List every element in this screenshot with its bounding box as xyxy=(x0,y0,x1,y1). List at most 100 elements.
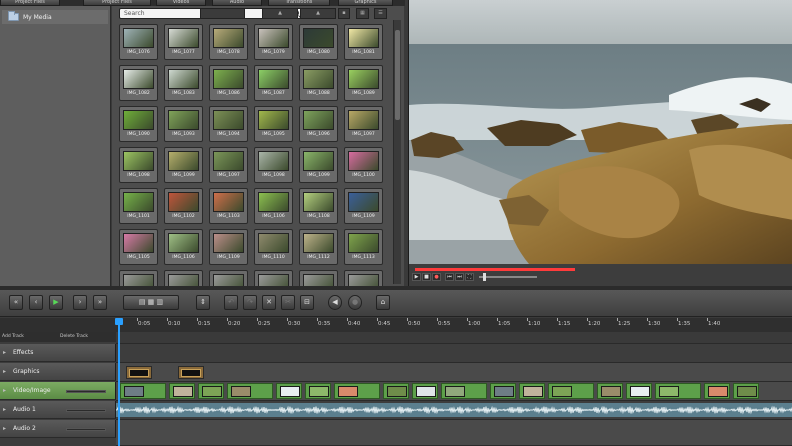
expand-arrow-icon[interactable]: ▸ xyxy=(3,425,6,432)
media-thumbnail[interactable]: IMG_1079 xyxy=(254,24,293,60)
media-thumbnail[interactable]: IMG_1080 xyxy=(299,24,338,60)
video-clip[interactable] xyxy=(383,383,409,399)
rewind-start-button[interactable]: « xyxy=(9,295,23,310)
media-thumbnail[interactable]: IMG_1097 xyxy=(344,106,383,142)
media-thumbnail[interactable]: IMG_1096 xyxy=(299,106,338,142)
volume-slider-knob[interactable] xyxy=(483,273,486,281)
media-thumbnail[interactable]: IMG_1093 xyxy=(164,106,203,142)
media-thumbnail[interactable]: IMG_1090 xyxy=(119,106,158,142)
media-thumbnail[interactable]: IMG_1099 xyxy=(164,147,203,183)
view-mode-toggle[interactable]: ▤ ▦ ▥ xyxy=(123,295,179,310)
media-thumbnail[interactable]: IMG_1102 xyxy=(164,188,203,224)
sort-up-button[interactable]: ▲ xyxy=(262,8,298,19)
track-header-graphics[interactable]: ▸ Graphics xyxy=(0,363,116,381)
media-thumbnail[interactable]: IMG_1098 xyxy=(119,147,158,183)
grid-view-icon[interactable]: ▦ xyxy=(356,8,369,19)
filter-icon[interactable]: ▪ xyxy=(338,8,350,19)
preview-play-button[interactable]: ▶ xyxy=(412,273,421,281)
volume-icon[interactable]: ● xyxy=(348,295,362,310)
track-header-video-image[interactable]: ▸ Video/Image xyxy=(0,382,116,400)
step-forward-button[interactable]: › xyxy=(73,295,87,310)
media-thumbnail[interactable]: IMG_1094 xyxy=(209,106,248,142)
preview-next-button[interactable]: ⏭ xyxy=(455,273,464,281)
graphics-clip[interactable] xyxy=(126,366,152,379)
audio-1-lane[interactable] xyxy=(116,401,792,420)
video-clip[interactable] xyxy=(441,383,487,399)
expand-arrow-icon[interactable]: ▸ xyxy=(3,349,6,356)
media-thumbnail[interactable]: IMG_1110 xyxy=(254,229,293,265)
media-thumbnail[interactable]: IMG_1109 xyxy=(344,188,383,224)
media-thumbnail[interactable]: IMG_1100 xyxy=(344,147,383,183)
media-thumbnail[interactable]: IMG_1098 xyxy=(254,147,293,183)
video-clip[interactable] xyxy=(733,383,759,399)
media-thumbnail[interactable]: IMG_1088 xyxy=(299,65,338,101)
media-thumbnail[interactable]: IMG_1106 xyxy=(164,229,203,265)
video-clip[interactable] xyxy=(597,383,623,399)
media-thumbnail[interactable]: IMG_1077 xyxy=(164,24,203,60)
media-thumbnail[interactable]: IMG_1097 xyxy=(209,147,248,183)
media-thumbnail[interactable]: IMG_1113 xyxy=(344,229,383,265)
expand-arrow-icon[interactable]: ▸ xyxy=(3,387,6,394)
timeline-ruler[interactable]: 0:05 0:10 0:15 0:20 0:25 0:30 0:35 0:40 0:45 0:50… xyxy=(116,318,792,332)
expand-arrow-icon[interactable]: ▸ xyxy=(3,406,6,413)
preview-scrubber[interactable] xyxy=(415,268,575,271)
video-clip[interactable] xyxy=(334,383,380,399)
split-icon[interactable]: ⊟ xyxy=(300,295,314,310)
track-header-audio-2[interactable]: ▸ Audio 2 xyxy=(0,420,116,438)
playhead[interactable] xyxy=(115,318,123,446)
media-thumbnail[interactable]: IMG_1087 xyxy=(254,65,293,101)
track-volume-slider[interactable] xyxy=(66,428,106,431)
add-track-button[interactable]: Add Track xyxy=(2,333,24,341)
media-thumbnail[interactable]: IMG_1103 xyxy=(209,188,248,224)
volume-slider[interactable] xyxy=(479,273,537,281)
track-header-audio-1[interactable]: ▸ Audio 1 xyxy=(0,401,116,419)
undo-icon[interactable]: ↶ xyxy=(224,295,238,310)
video-clip[interactable] xyxy=(626,383,652,399)
media-thumbnail[interactable]: IMG_1083 xyxy=(164,65,203,101)
video-clip[interactable] xyxy=(120,383,166,399)
play-button[interactable]: ▶ xyxy=(49,295,63,310)
preview-stop-button[interactable]: ■ xyxy=(422,273,431,281)
home-icon[interactable]: ⌂ xyxy=(376,295,390,310)
audio-2-lane[interactable] xyxy=(116,420,792,446)
video-clip[interactable] xyxy=(548,383,594,399)
expand-arrow-icon[interactable]: ▸ xyxy=(3,368,6,375)
step-back-button[interactable]: ‹ xyxy=(29,295,43,310)
preview-prev-button[interactable]: ⏮ xyxy=(445,273,454,281)
video-clip[interactable] xyxy=(305,383,331,399)
forward-end-button[interactable]: » xyxy=(93,295,107,310)
graphics-lane[interactable] xyxy=(116,363,792,382)
audio-clip[interactable] xyxy=(116,403,792,417)
preview-fullscreen-button[interactable]: ⛶ xyxy=(465,273,474,281)
media-scrollbar[interactable] xyxy=(393,20,401,284)
video-clip[interactable] xyxy=(704,383,730,399)
folder-my-media[interactable]: My Media xyxy=(2,10,108,24)
video-clip[interactable] xyxy=(169,383,195,399)
redo-icon[interactable]: ↷ xyxy=(243,295,257,310)
media-thumbnail[interactable]: IMG_1078 xyxy=(209,24,248,60)
video-clip[interactable] xyxy=(519,383,545,399)
video-clip[interactable] xyxy=(412,383,438,399)
media-thumbnail[interactable]: IMG_1106 xyxy=(254,188,293,224)
playhead-handle[interactable] xyxy=(115,318,123,325)
video-clip[interactable] xyxy=(227,383,273,399)
preview-record-button[interactable]: ● xyxy=(432,273,441,281)
media-thumbnail[interactable]: IMG_1081 xyxy=(344,24,383,60)
delete-icon[interactable]: ✕ xyxy=(262,295,276,310)
media-thumbnail[interactable]: IMG_1101 xyxy=(119,188,158,224)
graphics-clip[interactable] xyxy=(178,366,204,379)
video-image-lane[interactable] xyxy=(116,382,792,401)
media-thumbnail[interactable]: IMG_1105 xyxy=(119,229,158,265)
track-volume-slider[interactable] xyxy=(66,390,106,393)
media-thumbnail[interactable]: IMG_1086 xyxy=(209,65,248,101)
media-thumbnail[interactable]: IMG_1109 xyxy=(209,229,248,265)
delete-track-button[interactable]: Delete Track xyxy=(60,333,88,341)
fit-timeline-icon[interactable]: ⇕ xyxy=(196,295,210,310)
track-volume-slider[interactable] xyxy=(66,409,106,412)
media-thumbnail[interactable]: IMG_1076 xyxy=(119,24,158,60)
media-thumbnail[interactable]: IMG_1082 xyxy=(119,65,158,101)
effects-lane[interactable] xyxy=(116,344,792,363)
media-thumbnail[interactable]: IMG_1108 xyxy=(299,188,338,224)
media-thumbnail[interactable]: IMG_1099 xyxy=(299,147,338,183)
mute-icon[interactable]: ◀ xyxy=(328,295,342,310)
